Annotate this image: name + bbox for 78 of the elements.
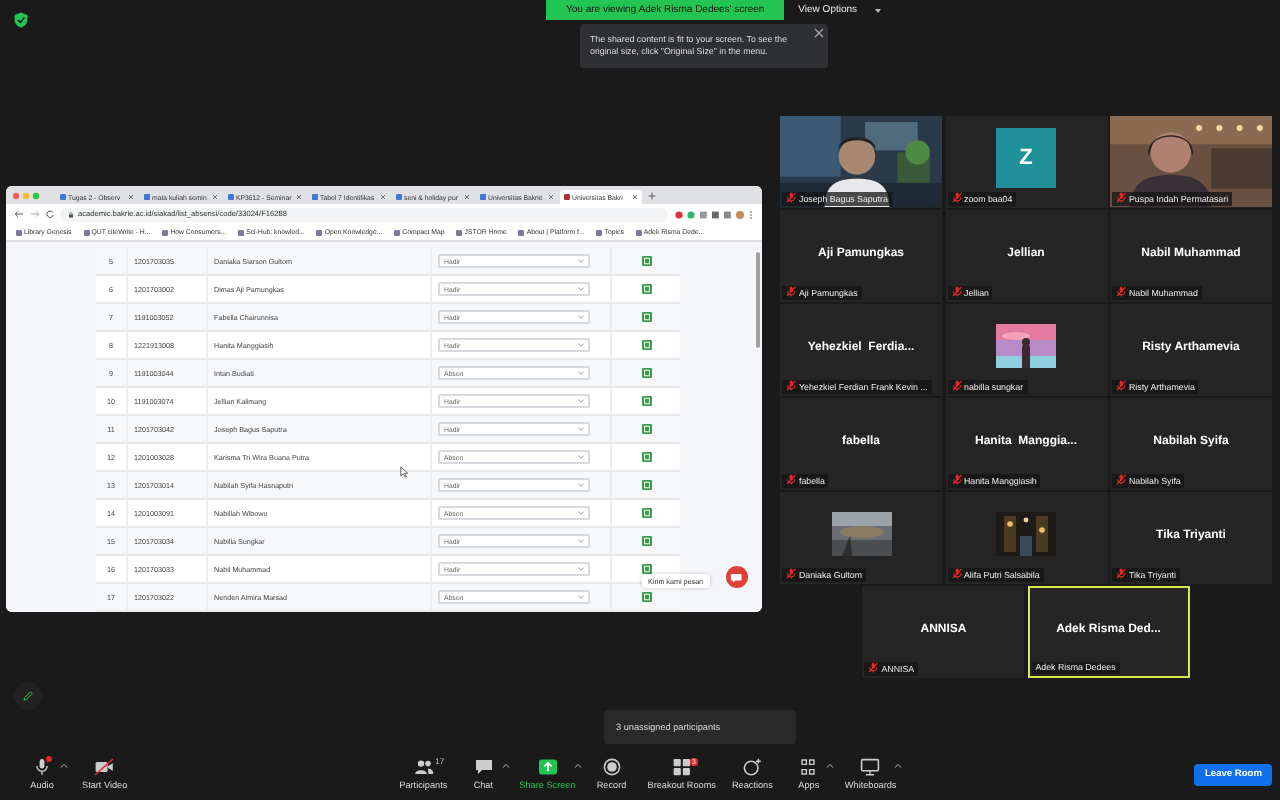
- caret-icon[interactable]: [573, 762, 582, 770]
- caret-icon: [578, 342, 584, 348]
- document-icon[interactable]: [641, 592, 651, 602]
- video-icon: [94, 758, 115, 776]
- bookmark-icon: [238, 229, 245, 235]
- close-icon[interactable]: [380, 194, 386, 200]
- caret-icon: [578, 454, 584, 460]
- bookmark-icon: [518, 229, 525, 235]
- caret-icon[interactable]: [60, 762, 68, 770]
- caret-icon: [578, 482, 584, 488]
- share-icon: [537, 758, 558, 776]
- bookmark-icon: [83, 229, 90, 235]
- new-tab-icon[interactable]: [648, 191, 656, 199]
- document-icon[interactable]: [641, 452, 651, 462]
- caret-icon: [578, 426, 584, 432]
- shield-icon: [14, 12, 28, 28]
- scrollbar[interactable]: [756, 252, 760, 348]
- reactions-icon: [742, 758, 763, 776]
- caret-icon: [578, 566, 584, 572]
- caret-icon: [578, 594, 584, 600]
- document-icon[interactable]: [641, 424, 651, 434]
- apps-icon: [798, 758, 819, 776]
- tab-icon: [564, 194, 570, 200]
- breakout-icon: [671, 758, 692, 776]
- close-icon[interactable]: [632, 194, 638, 200]
- caret-icon[interactable]: [894, 762, 903, 770]
- close-icon[interactable]: [814, 28, 824, 38]
- caret-icon: [578, 370, 584, 376]
- record-icon: [601, 758, 622, 776]
- close-icon[interactable]: [296, 194, 302, 200]
- tab-icon: [144, 194, 150, 200]
- document-icon[interactable]: [641, 312, 651, 322]
- document-icon[interactable]: [641, 564, 651, 574]
- participants-icon: [413, 758, 434, 776]
- caret-icon[interactable]: [501, 762, 510, 770]
- bookmark-icon: [596, 229, 603, 235]
- bookmark-icon: [16, 229, 22, 235]
- close-icon[interactable]: [464, 194, 470, 200]
- pencil-icon: [22, 690, 34, 702]
- document-icon[interactable]: [641, 480, 651, 490]
- bookmark-icon: [635, 229, 642, 235]
- tab-icon: [312, 194, 318, 200]
- tab-icon: [396, 194, 402, 200]
- chat-button[interactable]: [726, 566, 748, 588]
- close-icon[interactable]: [548, 194, 554, 200]
- reload-icon[interactable]: [46, 210, 54, 218]
- document-icon[interactable]: [641, 508, 651, 518]
- caret-icon: [578, 510, 584, 516]
- close-icon[interactable]: [212, 194, 218, 200]
- caret-icon: [578, 398, 584, 404]
- chat-icon: [473, 758, 494, 776]
- audio-icon: [32, 758, 52, 776]
- bookmark-icon: [456, 229, 463, 235]
- document-icon[interactable]: [641, 396, 651, 406]
- tab-icon: [228, 194, 234, 200]
- caret-icon: [873, 6, 882, 14]
- bookmark-icon: [394, 229, 401, 235]
- close-icon[interactable]: [128, 194, 134, 200]
- tab-icon: [60, 194, 66, 200]
- document-icon[interactable]: [641, 284, 651, 294]
- document-icon[interactable]: [641, 256, 651, 266]
- tab-icon: [480, 194, 486, 200]
- avatar: Z: [996, 127, 1056, 188]
- document-icon[interactable]: [641, 368, 651, 378]
- caret-icon[interactable]: [826, 762, 835, 770]
- whiteboards-icon: [860, 758, 881, 776]
- caret-icon: [578, 538, 584, 544]
- bookmark-icon: [316, 229, 323, 235]
- lock-icon: [68, 211, 74, 217]
- annotate-button[interactable]: [14, 682, 42, 710]
- document-icon[interactable]: [641, 340, 651, 350]
- caret-icon: [578, 314, 584, 320]
- back-icon[interactable]: [14, 210, 24, 218]
- caret-icon: [578, 286, 584, 292]
- bookmark-icon: [162, 229, 169, 235]
- forward-icon[interactable]: [30, 210, 40, 218]
- document-icon[interactable]: [641, 536, 651, 546]
- caret-icon: [578, 258, 584, 264]
